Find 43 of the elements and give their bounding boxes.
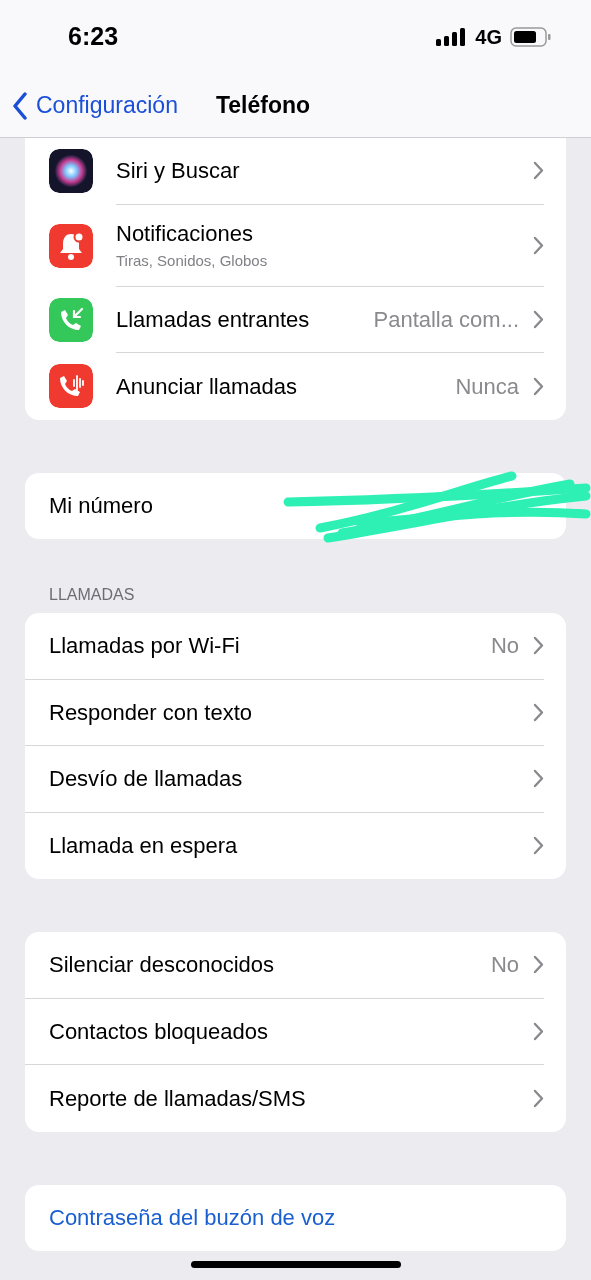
row-label: Anunciar llamadas <box>116 372 297 401</box>
settings-row[interactable]: Llamadas entrantes Pantalla com... <box>25 286 566 353</box>
settings-row[interactable]: Anunciar llamadas Nunca <box>25 353 566 420</box>
row-label: Llamada en espera <box>49 832 238 861</box>
row-label: Siri y Buscar <box>116 157 240 186</box>
row-value: No <box>490 632 519 661</box>
status-time: 6:23 <box>68 21 119 53</box>
back-link[interactable]: Configuración <box>12 88 178 123</box>
phone-sound-icon <box>49 364 93 409</box>
back-chevron-icon <box>12 91 28 120</box>
row-label: Notificaciones <box>116 220 254 249</box>
row-subtitle: Tiras, Sonidos, Globos <box>116 251 268 272</box>
settings-row[interactable]: Contraseña del buzón de voz <box>25 1184 566 1251</box>
bell-icon <box>49 223 93 268</box>
settings-row[interactable]: Siri y Buscar <box>25 138 566 205</box>
battery-icon <box>510 27 551 47</box>
settings-row[interactable]: Contactos bloqueados <box>25 998 566 1065</box>
network-label: 4G <box>475 25 502 50</box>
row-label: Mi número <box>49 492 153 521</box>
settings-row[interactable]: Llamadas por Wi-Fi No <box>25 613 566 680</box>
row-value: Pantalla com... <box>373 305 519 334</box>
row-label: Reporte de llamadas/SMS <box>49 1084 306 1113</box>
row-label: Contactos bloqueados <box>49 1017 268 1046</box>
settings-row[interactable]: Silenciar desconocidos No <box>25 932 566 999</box>
settings-row[interactable]: Reporte de llamadas/SMS <box>25 1065 566 1132</box>
row-label: Llamadas por Wi-Fi <box>49 632 240 661</box>
row-label: Silenciar desconocidos <box>49 951 275 980</box>
section-header: LLAMADAS <box>48 585 136 605</box>
incoming-call-icon <box>49 297 93 342</box>
page-title: Teléfono <box>215 91 311 121</box>
row-value: No <box>490 951 519 980</box>
row-label: Llamadas entrantes <box>116 305 310 334</box>
link-label: Contraseña del buzón de voz <box>49 1204 336 1233</box>
settings-row[interactable]: Mi número <box>25 472 566 539</box>
settings-row[interactable]: Responder con texto <box>25 679 566 746</box>
row-label: Responder con texto <box>49 698 253 727</box>
settings-row[interactable]: Notificaciones Tiras, Sonidos, Globos <box>25 204 566 287</box>
siri-icon <box>49 149 93 194</box>
row-value: Nunca <box>455 372 519 401</box>
settings-row[interactable]: Llamada en espera <box>25 812 566 879</box>
signal-icon <box>436 28 468 46</box>
settings-row[interactable]: Desvío de llamadas <box>25 746 566 813</box>
row-label: Desvío de llamadas <box>49 765 243 794</box>
